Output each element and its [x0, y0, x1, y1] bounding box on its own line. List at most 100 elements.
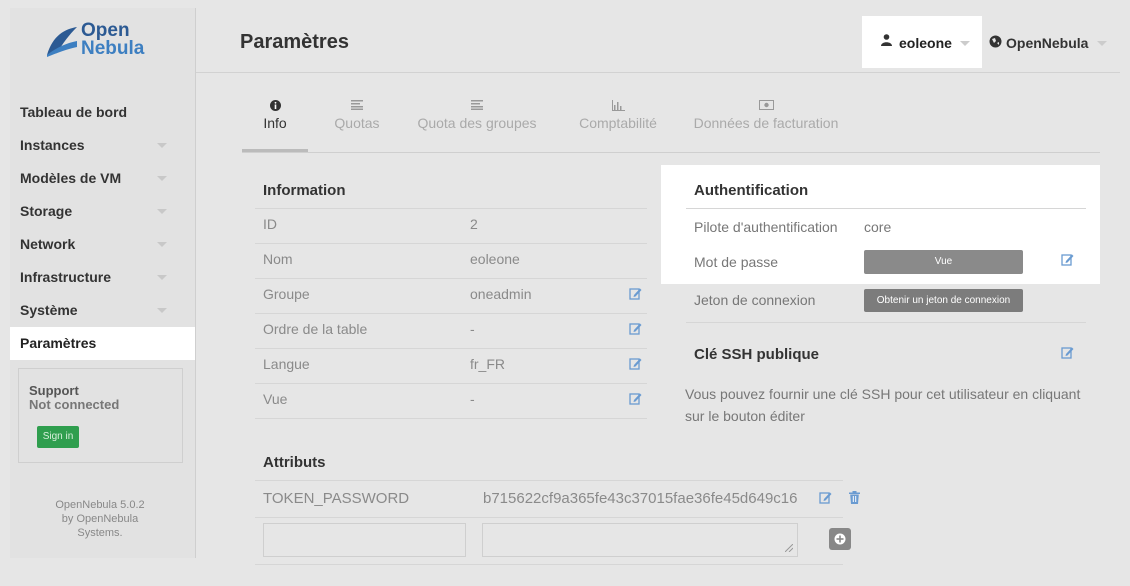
info-value: eoleone [470, 251, 520, 267]
info-value: fr_FR [470, 356, 505, 372]
divider [255, 208, 647, 209]
chevron-down-icon [157, 176, 167, 181]
divider [686, 322, 1086, 323]
information-title: Information [263, 182, 346, 199]
get-token-button[interactable]: Obtenir un jeton de connexion [864, 289, 1023, 312]
version-credit: OpenNebula 5.0.2 by OpenNebula Systems. [10, 498, 190, 540]
info-value: - [470, 321, 475, 337]
info-key: Vue [263, 391, 288, 407]
sign-in-button[interactable]: Sign in [37, 426, 79, 448]
bar-chart-icon [572, 100, 664, 114]
chevron-down-icon [157, 209, 167, 214]
logo-line2: Nebula [81, 38, 145, 59]
tab-quotas[interactable]: Quotas [322, 100, 392, 132]
tab-label: Comptabilité [579, 115, 657, 131]
divider [255, 564, 843, 565]
authentication-title: Authentification [694, 182, 809, 199]
sidebar-nav: Tableau de bord Instances Modèles de VM Sto… [10, 96, 195, 360]
logo-text: Open Nebula [81, 21, 145, 59]
chevron-down-icon [960, 41, 970, 46]
info-key: Langue [263, 356, 310, 372]
divider [255, 517, 843, 518]
list-icon [322, 100, 392, 114]
authentication-card: Authentification Pilote d'authentificati… [661, 165, 1100, 284]
sidebar-item-système[interactable]: Système [10, 294, 195, 327]
attribute-value: b715622cf9a365fe43c37015fae36fe45d649c16 [483, 490, 798, 507]
info-value: 2 [470, 216, 478, 232]
chevron-down-icon [157, 143, 167, 148]
edit-icon[interactable] [1061, 253, 1074, 269]
sidebar-item-paramètres[interactable]: Paramètres [10, 327, 195, 360]
settings-tabs: Info Quotas Quota des groupes Comptabili… [242, 100, 1100, 153]
edit-icon[interactable] [1061, 346, 1074, 362]
ssh-key-description: Vous pouvez fournir une clé SSH pour cet… [685, 386, 1081, 424]
active-tab-indicator [242, 149, 308, 152]
new-attribute-key-input[interactable] [263, 523, 466, 557]
sidebar-item-label: Infrastructure [20, 269, 112, 285]
info-icon [242, 100, 308, 114]
new-attribute-value-textarea[interactable] [482, 523, 798, 557]
header: Paramètres eoleone OpenNebula [196, 8, 1120, 73]
attribute-key: TOKEN_PASSWORD [263, 490, 410, 507]
password-view-button[interactable]: Vue [864, 250, 1023, 274]
user-menu[interactable]: eoleone [862, 16, 982, 68]
info-key: ID [263, 216, 277, 232]
sidebar-item-infrastructure[interactable]: Infrastructure [10, 261, 195, 294]
sidebar-item-network[interactable]: Network [10, 228, 195, 261]
sidebar-item-label: Système [20, 302, 78, 318]
auth-driver-label: Pilote d'authentification [694, 219, 838, 235]
zone-name: OpenNebula [1006, 35, 1089, 51]
version-line: OpenNebula 5.0.2 [55, 499, 145, 511]
token-label: Jeton de connexion [694, 292, 816, 308]
edit-icon[interactable] [629, 322, 642, 338]
auth-driver-value: core [864, 219, 892, 235]
sidebar-item-tableau-de-bord[interactable]: Tableau de bord [10, 96, 195, 129]
list-icon [414, 100, 540, 114]
info-value: - [470, 391, 475, 407]
sidebar-item-instances[interactable]: Instances [10, 129, 195, 162]
support-box: Support Not connected Sign in [18, 368, 183, 463]
sidebar-item-storage[interactable]: Storage [10, 195, 195, 228]
tab-group-quotas[interactable]: Quota des groupes [414, 100, 540, 132]
sidebar-item-label: Modèles de VM [20, 170, 122, 186]
tab-accounting[interactable]: Comptabilité [572, 100, 664, 132]
sidebar-item-label: Instances [20, 137, 85, 153]
tab-billing[interactable]: Données de facturation [682, 100, 850, 132]
credit-line[interactable]: by OpenNebula [10, 512, 190, 526]
ssh-key-title: Clé SSH publique [694, 346, 820, 363]
user-name: eoleone [899, 35, 952, 51]
divider [255, 480, 843, 481]
credit-line-2: Systems. [77, 527, 123, 539]
tab-info[interactable]: Info [242, 100, 308, 132]
money-icon [682, 100, 850, 114]
chevron-down-icon [157, 308, 167, 313]
sidebar-item-label: Tableau de bord [20, 104, 128, 120]
divider [255, 313, 647, 314]
edit-icon[interactable] [629, 357, 642, 373]
chevron-down-icon [1097, 41, 1107, 46]
password-label: Mot de passe [694, 254, 779, 270]
add-attribute-button[interactable] [829, 528, 851, 550]
resize-handle-icon[interactable] [785, 544, 793, 552]
sidebar-item-label: Network [20, 236, 76, 252]
sidebar-item-label: Paramètres [20, 335, 97, 351]
page-title: Paramètres [240, 31, 349, 53]
edit-icon[interactable] [819, 491, 832, 507]
opennebula-logo[interactable]: Open Nebula [45, 21, 155, 62]
edit-icon[interactable] [629, 287, 642, 303]
tab-label: Quota des groupes [417, 115, 537, 131]
info-key: Nom [263, 251, 293, 267]
edit-icon[interactable] [629, 392, 642, 408]
sidebar-item-label: Storage [20, 203, 73, 219]
chevron-down-icon [157, 242, 167, 247]
divider [686, 208, 1086, 209]
chevron-down-icon [157, 275, 167, 280]
trash-icon[interactable] [849, 491, 860, 507]
user-icon [881, 34, 892, 49]
support-title: Support [29, 383, 79, 398]
plus-circle-icon [834, 533, 846, 545]
info-key: Ordre de la table [263, 321, 368, 337]
sidebar-item-modèles-de-vm[interactable]: Modèles de VM [10, 162, 195, 195]
divider [255, 418, 647, 419]
logo-icon [47, 27, 77, 57]
